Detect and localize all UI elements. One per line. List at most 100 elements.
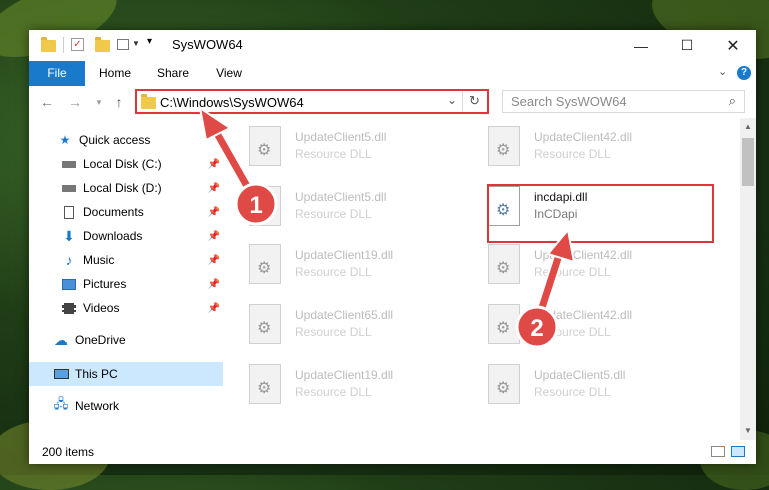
sidebar-item-label: This PC xyxy=(75,367,118,381)
documents-icon xyxy=(61,205,77,219)
list-item[interactable]: UpdateClient5.dll Resource DLL xyxy=(488,360,718,408)
list-item[interactable]: UpdateClient19.dll Resource DLL xyxy=(249,240,479,288)
pin-icon[interactable]: 📌 xyxy=(208,159,220,170)
sidebar-item-label: Videos xyxy=(83,301,120,315)
downloads-icon: ⬇ xyxy=(63,227,75,244)
list-item[interactable]: UpdateClient42.dll Resource DLL xyxy=(488,122,718,170)
address-bar[interactable]: C:\Windows\SysWOW64 ⌄ ↻ xyxy=(135,89,489,114)
sidebar-item-videos[interactable]: Videos 📌 xyxy=(29,296,224,320)
tiles-view-icon[interactable] xyxy=(731,446,745,457)
sidebar-item-label: Network xyxy=(75,399,120,413)
list-item[interactable]: UpdateClient19.dll Resource DLL xyxy=(249,360,479,408)
list-item[interactable]: UpdateClient42.dll Resource DLL xyxy=(488,300,718,348)
sidebar-item-pictures[interactable]: Pictures 📌 xyxy=(29,272,224,296)
drive-icon xyxy=(61,157,77,171)
search-input[interactable]: Search SysWOW64 ⌕ xyxy=(502,90,745,113)
star-icon: ★ xyxy=(59,133,71,147)
file-type: Resource DLL xyxy=(295,385,372,399)
file-name: UpdateClient19.dll xyxy=(295,368,394,382)
sidebar-item-label: Quick access xyxy=(79,133,151,147)
sidebar-item-label: Documents xyxy=(83,205,144,219)
dll-file-icon xyxy=(488,244,520,284)
scroll-up-icon[interactable]: ▲ xyxy=(744,122,752,131)
file-type: Resource DLL xyxy=(534,325,611,339)
sidebar-item-label: OneDrive xyxy=(75,333,126,347)
back-arrow-icon[interactable]: ← xyxy=(37,92,57,112)
music-icon: ♪ xyxy=(65,252,73,268)
pin-icon[interactable]: 📌 xyxy=(208,231,220,242)
scrollbar-thumb[interactable] xyxy=(742,138,754,186)
file-name: UpdateClient42.dll xyxy=(534,308,633,322)
sidebar-item-documents[interactable]: Documents 📌 xyxy=(29,200,224,224)
close-button[interactable]: ✕ xyxy=(710,30,756,61)
pin-icon[interactable]: 📌 xyxy=(208,279,220,290)
tab-share[interactable]: Share xyxy=(147,61,199,86)
dll-file-icon xyxy=(249,126,281,166)
address-path[interactable]: C:\Windows\SysWOW64 xyxy=(160,95,304,110)
tab-file[interactable]: File xyxy=(29,61,85,86)
sidebar-item-downloads[interactable]: ⬇ Downloads 📌 xyxy=(29,224,224,248)
help-icon[interactable]: ? xyxy=(737,66,751,80)
minimize-button[interactable]: — xyxy=(618,30,664,61)
sidebar-item-label: Music xyxy=(83,253,115,267)
list-item[interactable]: UpdateClient65.dll Resource DLL xyxy=(249,300,479,348)
pin-icon[interactable]: 📌 xyxy=(208,183,220,194)
sidebar-item-label: Local Disk (D:) xyxy=(83,181,162,195)
target-file-highlight xyxy=(487,184,714,243)
list-item[interactable]: UpdateClient5.dll Resource DLL xyxy=(249,182,479,230)
file-name: UpdateClient5.dll xyxy=(534,368,626,382)
dropdown-arrow-icon[interactable]: ▾ xyxy=(147,36,152,52)
refresh-icon[interactable]: ↻ xyxy=(469,93,480,109)
file-type: Resource DLL xyxy=(295,265,372,279)
sidebar-item-this-pc[interactable]: This PC xyxy=(29,362,223,386)
chevron-down-icon[interactable]: ⌄ xyxy=(447,93,457,107)
ribbon-tabs: File Home Share View ⌄ ? xyxy=(29,61,756,87)
sidebar-item-local-disk-d[interactable]: Local Disk (D:) 📌 xyxy=(29,176,224,200)
dll-file-icon xyxy=(249,186,281,226)
file-explorer-window: ✓ ▼ ▾ SysWOW64 — ☐ ✕ File Home Share Vie… xyxy=(29,30,756,464)
computer-icon xyxy=(53,367,69,381)
file-name: UpdateClient42.dll xyxy=(534,248,633,262)
scroll-down-icon[interactable]: ▼ xyxy=(744,426,752,435)
file-type: Resource DLL xyxy=(534,265,611,279)
file-type: Resource DLL xyxy=(295,147,372,161)
sidebar-item-quick-access[interactable]: ★ Quick access xyxy=(29,128,224,152)
pin-icon[interactable]: 📌 xyxy=(208,255,220,266)
navigation-pane: ★ Quick access Local Disk (C:) 📌 Local D… xyxy=(29,118,224,440)
vertical-scrollbar[interactable]: ▲ ▼ xyxy=(740,118,756,440)
videos-icon xyxy=(61,301,77,315)
status-bar: 200 items xyxy=(29,440,756,464)
sidebar-item-local-disk-c[interactable]: Local Disk (C:) 📌 xyxy=(29,152,224,176)
file-name: UpdateClient5.dll xyxy=(295,130,387,144)
sidebar-item-label: Downloads xyxy=(83,229,143,243)
forward-arrow-icon[interactable]: → xyxy=(65,92,85,112)
tab-home[interactable]: Home xyxy=(89,61,141,86)
customize-toolbar-icon[interactable] xyxy=(117,39,129,50)
folder-icon xyxy=(141,94,156,109)
pin-icon[interactable]: 📌 xyxy=(208,303,220,314)
search-placeholder: Search SysWOW64 xyxy=(511,94,627,109)
expand-ribbon-icon[interactable]: ⌄ xyxy=(718,65,727,78)
sidebar-item-onedrive[interactable]: ☁ OneDrive xyxy=(29,328,224,352)
up-arrow-icon[interactable]: ↑ xyxy=(109,92,129,112)
dll-file-icon xyxy=(488,304,520,344)
chevron-down-icon[interactable]: ▼ xyxy=(132,39,140,55)
file-name: UpdateClient19.dll xyxy=(295,248,394,262)
maximize-button[interactable]: ☐ xyxy=(664,30,710,61)
details-view-icon[interactable] xyxy=(711,446,725,457)
file-type: Resource DLL xyxy=(295,207,372,221)
recent-locations-icon[interactable]: ▾ xyxy=(89,92,109,112)
file-name: UpdateClient42.dll xyxy=(534,130,633,144)
dll-file-icon xyxy=(249,244,281,284)
search-icon[interactable]: ⌕ xyxy=(729,93,736,109)
dll-file-icon xyxy=(488,126,520,166)
list-item[interactable]: UpdateClient5.dll Resource DLL xyxy=(249,122,479,170)
tab-view[interactable]: View xyxy=(205,61,253,86)
properties-icon[interactable]: ✓ xyxy=(71,38,84,51)
file-list: UpdateClient5.dll Resource DLL UpdateCli… xyxy=(224,118,740,440)
sidebar-item-network[interactable]: 🖧 Network xyxy=(29,394,224,418)
sidebar-item-music[interactable]: ♪ Music 📌 xyxy=(29,248,224,272)
pin-icon[interactable]: 📌 xyxy=(208,207,220,218)
sidebar-item-label: Pictures xyxy=(83,277,127,291)
list-item[interactable]: UpdateClient42.dll Resource DLL xyxy=(488,240,718,288)
